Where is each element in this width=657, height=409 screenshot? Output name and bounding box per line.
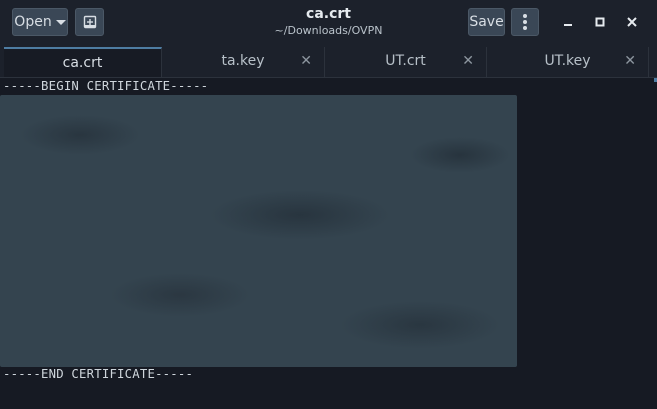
vertical-dots-icon xyxy=(523,14,527,30)
redacted-certificate-body xyxy=(0,95,517,367)
close-button[interactable] xyxy=(622,12,642,32)
certificate-end-line: -----END CERTIFICATE----- xyxy=(3,367,194,381)
open-button-label: Open xyxy=(14,14,52,30)
window-title-block: ca.crt ~/Downloads/OVPN xyxy=(200,5,457,39)
close-icon[interactable]: ✕ xyxy=(624,53,636,69)
maximize-icon xyxy=(595,17,605,27)
header-bar: Open ca.crt ~/Downloads/OVPN Save xyxy=(0,0,657,44)
open-button[interactable]: Open xyxy=(12,8,68,36)
tab-ca-crt[interactable]: ca.crt xyxy=(4,47,162,77)
close-icon[interactable]: ✕ xyxy=(300,53,312,69)
new-document-icon xyxy=(83,15,96,29)
tab-ut-crt[interactable]: UT.crt ✕ xyxy=(325,47,487,77)
tab-label: ca.crt xyxy=(62,55,103,71)
chevron-down-icon xyxy=(55,19,66,25)
tab-ut-key[interactable]: UT.key ✕ xyxy=(487,47,649,77)
save-button[interactable]: Save xyxy=(468,8,505,36)
close-icon xyxy=(627,17,637,27)
window-title: ca.crt xyxy=(306,6,351,22)
window-subtitle: ~/Downloads/OVPN xyxy=(274,24,383,37)
certificate-begin-line: -----BEGIN CERTIFICATE----- xyxy=(3,79,209,93)
new-document-button[interactable] xyxy=(75,8,104,36)
text-editor-window: Open ca.crt ~/Downloads/OVPN Save ca.crt… xyxy=(0,0,657,409)
maximize-button[interactable] xyxy=(590,12,610,32)
tab-ta-key[interactable]: ta.key ✕ xyxy=(162,47,325,77)
minimize-button[interactable] xyxy=(558,12,578,32)
app-menu-button[interactable] xyxy=(511,8,539,36)
tab-bar: ca.crt ta.key ✕ UT.crt ✕ UT.key ✕ xyxy=(0,44,657,78)
close-icon[interactable]: ✕ xyxy=(462,53,474,69)
text-editor-area[interactable]: -----BEGIN CERTIFICATE----- -----END CER… xyxy=(0,78,657,409)
minimize-icon xyxy=(564,24,572,26)
